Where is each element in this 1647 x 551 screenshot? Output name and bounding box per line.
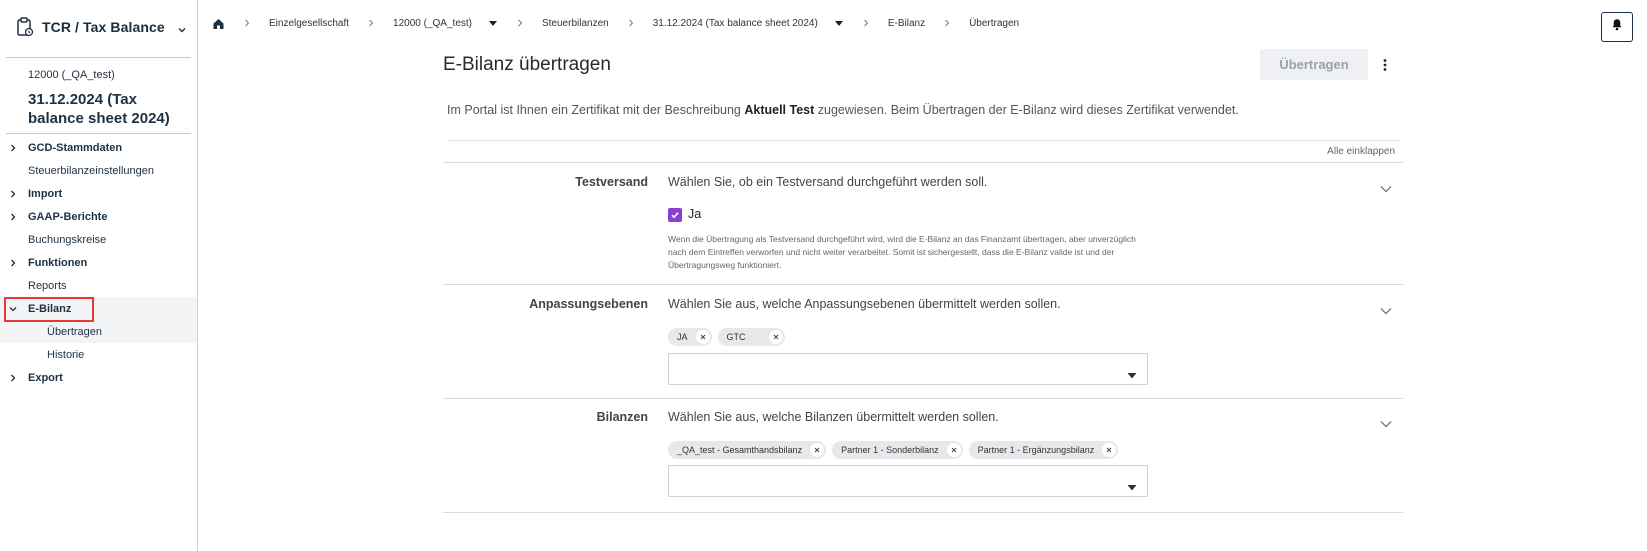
close-icon[interactable] [695,330,710,344]
chip-list: JA GTC [668,328,785,346]
sidebar-nav: GCD-Stammdaten Steuerbilanzeinstellungen… [0,136,197,389]
chevron-right-icon [9,189,17,198]
breadcrumb: Einzelgesellschaft 12000 (_QA_test) Steu… [212,14,1019,32]
breadcrumb-item[interactable]: 12000 (_QA_test) [393,18,472,29]
sidebar: TCR / Tax Balance 12000 (_QA_test) 31.12… [0,0,198,551]
chevron-right-icon [9,258,17,267]
caret-down-icon[interactable] [488,19,498,27]
sidebar-item-label: Übertragen [47,325,103,338]
sidebar-item-buchungskreise[interactable]: Buchungskreise [0,228,197,251]
close-icon[interactable] [946,443,961,457]
sidebar-item-gcd-stammdaten[interactable]: GCD-Stammdaten [0,136,197,159]
close-icon[interactable] [1102,443,1117,457]
sidebar-item-label: Import [28,187,63,200]
breadcrumb-item[interactable]: Steuerbilanzen [542,18,609,29]
chevron-right-icon [9,143,17,152]
sidebar-item-label: Export [28,371,63,384]
close-icon[interactable] [810,443,825,457]
chip: JA [668,328,712,346]
sidebar-item-import[interactable]: Import [0,182,197,205]
transfer-button[interactable]: Übertragen [1260,49,1368,80]
app-switcher[interactable]: TCR / Tax Balance [16,14,187,40]
caret-down-icon [1127,478,1137,491]
sidebar-item-uebertragen[interactable]: Übertragen [0,320,197,343]
clipboard-icon [16,17,34,37]
anpassungsebenen-select[interactable] [668,353,1148,385]
certificate-info: Im Portal ist Ihnen ein Zertifikat mit d… [447,103,1239,117]
sidebar-item-label: GAAP-Berichte [28,210,108,223]
context-period: 31.12.2024 (Tax balance sheet 2024) [28,91,170,127]
chip: Partner 1 - Sonderbilanz [832,441,963,459]
bilanzen-select[interactable] [668,465,1148,497]
close-icon[interactable] [768,330,783,344]
chevron-down-icon [177,22,187,33]
sidebar-item-funktionen[interactable]: Funktionen [0,251,197,274]
context-entity: 12000 (_QA_test) [28,69,115,81]
section-label-bilanzen: Bilanzen [596,410,648,424]
notifications-button[interactable] [1601,12,1633,42]
sidebar-item-steuerbilanzeinstellungen[interactable]: Steuerbilanzeinstellungen [0,159,197,182]
chevron-right-icon [516,19,524,27]
section-label-anpassungsebenen: Anpassungsebenen [529,297,648,311]
sidebar-divider [6,133,191,134]
section-desc-bilanzen: Wählen Sie aus, welche Bilanzen übermitt… [668,410,999,424]
chip-list: _QA_test - Gesamthandsbilanz Partner 1 -… [668,441,1119,459]
page-title: E-Bilanz übertragen [443,54,611,75]
divider [443,284,1403,285]
app-title: TCR / Tax Balance [42,19,165,35]
section-desc-testversand: Wählen Sie, ob ein Testversand durchgefü… [668,175,988,189]
testversand-help-text: Wenn die Übertragung als Testversand dur… [668,234,1136,270]
sidebar-item-export[interactable]: Export [0,366,197,389]
divider [447,140,1400,141]
chevron-down-icon[interactable] [1380,180,1392,193]
chevron-down-icon[interactable] [1380,415,1392,428]
breadcrumb-item: Übertragen [969,17,1020,29]
more-options-icon[interactable] [1378,56,1392,74]
divider [443,512,1403,513]
collapse-all-link[interactable]: Alle einklappen [1327,146,1395,157]
sidebar-item-label: E-Bilanz [28,302,72,315]
breadcrumb-item[interactable]: 31.12.2024 (Tax balance sheet 2024) [653,18,818,29]
divider [443,398,1403,399]
divider [443,162,1403,163]
caret-down-icon[interactable] [834,19,844,27]
chevron-right-icon [627,19,635,27]
section-desc-anpassungsebenen: Wählen Sie aus, welche Anpassungsebenen … [668,297,1061,311]
chip: Partner 1 - Ergänzungsbilanz [968,441,1119,459]
sidebar-item-gaap-berichte[interactable]: GAAP-Berichte [0,205,197,228]
chevron-right-icon [9,373,17,382]
breadcrumb-item[interactable]: E-Bilanz [888,18,925,29]
sidebar-item-label: GCD-Stammdaten [28,141,123,154]
section-label-testversand: Testversand [575,175,648,189]
sidebar-item-reports[interactable]: Reports [0,274,197,297]
chevron-right-icon [243,19,251,27]
chevron-right-icon [9,212,17,221]
chevron-right-icon [943,19,951,27]
sidebar-item-label: Historie [47,348,85,361]
testversand-checkbox[interactable] [668,208,682,222]
chevron-down-icon[interactable] [1380,302,1392,315]
sidebar-item-historie[interactable]: Historie [0,343,197,366]
breadcrumb-item[interactable]: Einzelgesellschaft [269,18,349,29]
chip: GTC [717,328,785,346]
home-icon[interactable] [212,17,225,30]
sidebar-item-e-bilanz[interactable]: E-Bilanz [0,297,197,320]
chevron-right-icon [862,19,870,27]
sidebar-item-label: Funktionen [28,256,88,269]
sidebar-item-label: Steuerbilanzeinstellungen [28,164,154,177]
sidebar-item-label: Buchungskreise [28,233,107,246]
sidebar-item-label: Reports [28,279,67,292]
chip: _QA_test - Gesamthandsbilanz [668,441,827,459]
sidebar-divider [6,57,191,58]
chevron-right-icon [367,19,375,27]
caret-down-icon [1127,366,1137,379]
chevron-down-icon [9,304,17,312]
checkbox-label: Ja [688,207,702,221]
bell-icon [1611,18,1623,36]
